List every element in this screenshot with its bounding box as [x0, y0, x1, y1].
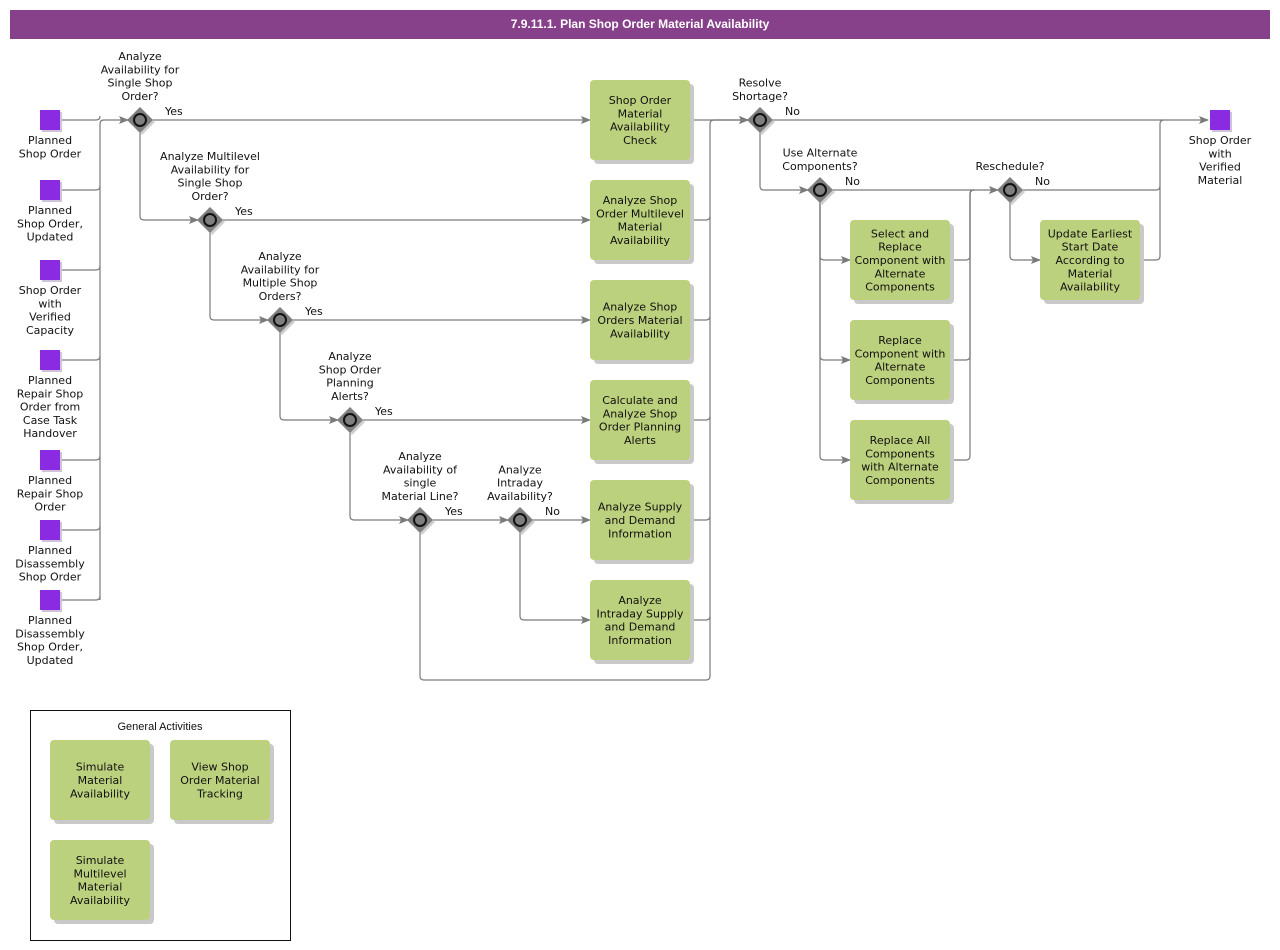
- g8-branch: [819, 202, 851, 464]
- gateway[interactable]: Analyze Multilevel Availability for Single…: [160, 150, 260, 235]
- start-event-label: Planned Disassembly Shop Order: [15, 544, 85, 584]
- gateway-diamond-icon: [407, 507, 433, 533]
- gateway-diamond-icon: [267, 307, 293, 333]
- start-event-label: Planned Shop Order, Updated: [17, 204, 83, 244]
- gateway-diamond-icon: [807, 177, 833, 203]
- start-event-label: Planned Shop Order: [19, 134, 82, 160]
- gateway-label: Analyze Intraday Availability?: [487, 463, 553, 503]
- gateway-diamond-icon: [127, 107, 153, 133]
- branch-label: Yes: [444, 505, 463, 518]
- start-event-label: Shop Order with Verified Capacity: [19, 284, 82, 337]
- gateway[interactable]: Use Alternate Components? No: [782, 147, 860, 205]
- event-square-icon: [40, 350, 60, 370]
- event-connector: [60, 115, 101, 121]
- event-square-icon: [40, 180, 60, 200]
- gateway-label: Use Alternate Components?: [782, 147, 858, 173]
- gateway[interactable]: Analyze Intraday Availability? No: [487, 463, 560, 535]
- event-connector: [60, 595, 101, 601]
- branch-label: No: [845, 175, 860, 188]
- gateway-diamond-icon: [337, 407, 363, 433]
- start-event-label: Planned Disassembly Shop Order, Updated: [15, 614, 85, 667]
- event-square-icon: [1210, 110, 1230, 130]
- activity-task[interactable]: Replace Component with Alternate Components: [850, 320, 954, 404]
- event-square-icon: [40, 110, 60, 130]
- activity-task[interactable]: Replace All Components with Alternate Compo…: [850, 420, 954, 504]
- event-square-icon: [40, 590, 60, 610]
- branch-label: Yes: [374, 405, 393, 418]
- gateway-label: Reschedule?: [975, 160, 1044, 173]
- gateway[interactable]: Reschedule? No: [975, 160, 1050, 205]
- activity-label: Simulate Material Availability: [70, 761, 130, 801]
- gateway[interactable]: Analyze Availability for Multiple Shop Orde…: [241, 250, 323, 335]
- branch-label: Yes: [164, 105, 183, 118]
- activity-task[interactable]: Analyze Supply and Demand Information: [590, 480, 694, 564]
- branch-label: Yes: [234, 205, 253, 218]
- activity-task[interactable]: Calculate and Analyze Shop Order Planning A…: [590, 380, 694, 464]
- activity-task[interactable]: Simulate Material Availability: [50, 740, 154, 824]
- gateway[interactable]: Analyze Shop Order Planning Alerts? Yes: [319, 350, 393, 435]
- g9-yes: [1009, 202, 1041, 264]
- activity-task[interactable]: View Shop Order Material Tracking: [170, 740, 274, 824]
- start-event[interactable]: Planned Disassembly Shop Order, Updated: [15, 590, 85, 667]
- gateway-label: Analyze Availability of single Material Lin…: [382, 450, 459, 503]
- branch-label: No: [785, 105, 800, 118]
- end-event-label: Shop Order with Verified Material: [1189, 134, 1252, 187]
- activity-task[interactable]: Analyze Shop Orders Material Availability: [590, 280, 694, 364]
- event-connector: [60, 265, 101, 271]
- process-diagram: Planned Shop Order Planned Shop Order, Updat…: [15, 50, 1252, 941]
- g8-branch: [819, 202, 851, 364]
- branch-label: No: [1035, 175, 1050, 188]
- gateway-diamond-icon: [747, 107, 773, 133]
- branch-label: Yes: [304, 305, 323, 318]
- activity-task[interactable]: Simulate Multilevel Material Availability: [50, 840, 154, 924]
- event-square-icon: [40, 450, 60, 470]
- activity-task[interactable]: Analyze Shop Order Multilevel Material Avai…: [590, 180, 694, 264]
- gateway-label: Analyze Shop Order Planning Alerts?: [319, 350, 382, 403]
- event-connector: [60, 355, 101, 361]
- activity-label: Analyze Supply and Demand Information: [598, 501, 683, 541]
- bus-to-gateway-1: [99, 116, 129, 600]
- activity-task[interactable]: Select and Replace Component with Alternate…: [850, 220, 954, 304]
- event-square-icon: [40, 260, 60, 280]
- g8-branch: [819, 202, 851, 264]
- gateway-diamond-icon: [997, 177, 1023, 203]
- activity-label: Replace All Components with Alternate Compo…: [861, 434, 939, 487]
- panel-title: General Activities: [118, 721, 203, 733]
- start-event-label: Planned Repair Shop Order: [17, 474, 83, 514]
- gateway-label: Resolve Shortage?: [732, 77, 788, 103]
- gateway-diamond-icon: [507, 507, 533, 533]
- start-event-label: Planned Repair Shop Order from Case Task Han…: [17, 374, 83, 440]
- activity-label: Analyze Shop Orders Material Availability: [597, 301, 682, 341]
- activity-label: Simulate Multilevel Material Availability: [70, 854, 130, 907]
- activity-task[interactable]: Analyze Intraday Supply and Demand Informat…: [590, 580, 694, 664]
- event-square-icon: [40, 520, 60, 540]
- end-event[interactable]: Shop Order with Verified Material: [1189, 110, 1252, 187]
- start-event[interactable]: Planned Repair Shop Order from Case Task Han…: [17, 350, 83, 440]
- activity-task[interactable]: Update Earliest Start Date According to Mat…: [1040, 220, 1144, 304]
- nodes: Planned Shop Order Planned Shop Order, Updat…: [15, 50, 1252, 941]
- g6-next: [519, 532, 591, 624]
- gateway[interactable]: Analyze Availability of single Material Lin…: [382, 450, 464, 535]
- gateway-label: Analyze Multilevel Availability for Single…: [160, 150, 260, 203]
- branch-label: No: [545, 505, 560, 518]
- activity-task[interactable]: Shop Order Material Availability Check: [590, 80, 694, 164]
- gateway-label: Analyze Availability for Multiple Shop Orde…: [241, 250, 320, 303]
- gateway[interactable]: Resolve Shortage? No: [732, 77, 800, 135]
- event-connector: [60, 185, 101, 191]
- start-event[interactable]: Shop Order with Verified Capacity: [19, 260, 82, 337]
- gateway-diamond-icon: [197, 207, 223, 233]
- gateway[interactable]: Analyze Availability for Single Shop Order?…: [101, 50, 183, 135]
- start-event[interactable]: Planned Shop Order: [19, 110, 82, 160]
- merge-to-resolve: [419, 116, 749, 681]
- gateway-label: Analyze Availability for Single Shop Order?: [101, 50, 180, 103]
- event-connector: [60, 525, 101, 531]
- event-connector: [60, 455, 101, 461]
